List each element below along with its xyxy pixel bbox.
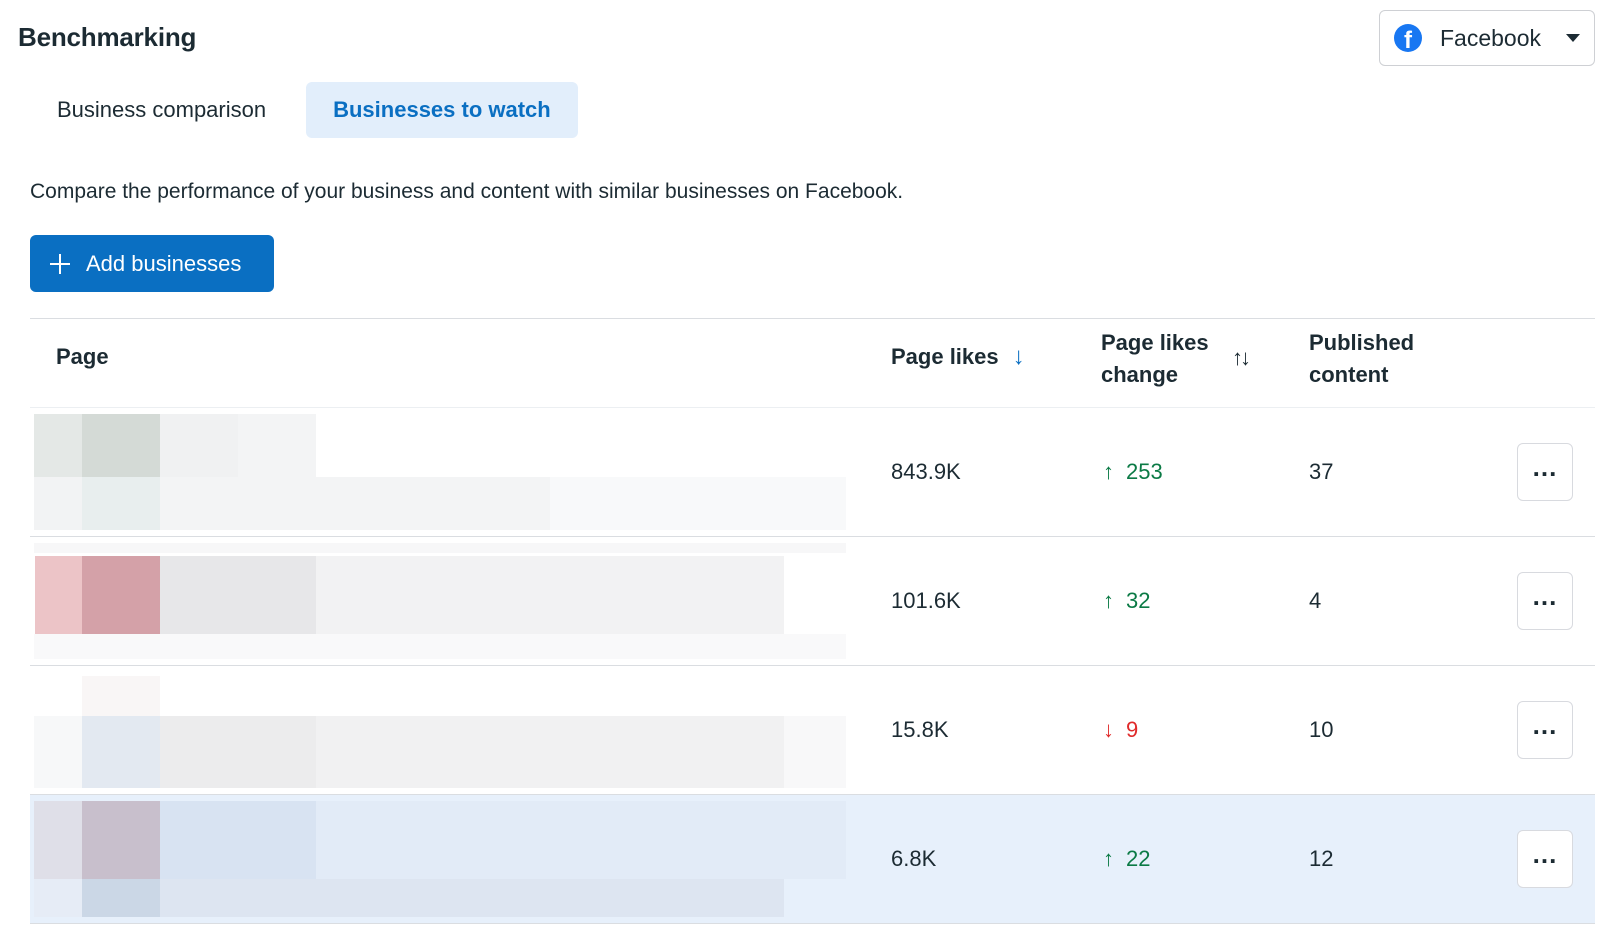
blurred-page-thumbnail	[34, 543, 846, 659]
page-likes-value: 6.8K	[891, 846, 937, 871]
arrow-up-icon: ↑	[1103, 588, 1114, 613]
published-content-value: 10	[1309, 717, 1334, 742]
more-icon: ...	[1532, 839, 1558, 869]
page-title: Benchmarking	[18, 22, 197, 52]
page-likes-change: ↑ 22	[1103, 846, 1150, 872]
page-likes-value: 843.9K	[891, 459, 961, 484]
more-options-button[interactable]: ...	[1517, 830, 1573, 888]
more-icon: ...	[1532, 452, 1558, 482]
page-likes-value: 15.8K	[891, 717, 949, 742]
more-options-button[interactable]: ...	[1517, 572, 1573, 630]
sort-toggle-icon[interactable]: ↑↓	[1232, 345, 1251, 371]
blurred-page-thumbnail	[34, 414, 846, 530]
blurred-page-thumbnail	[34, 801, 846, 917]
plus-icon	[50, 253, 70, 274]
tab-business-comparison[interactable]: Business comparison	[30, 82, 293, 138]
published-content-value: 4	[1309, 588, 1322, 613]
more-icon: ...	[1532, 581, 1558, 611]
businesses-table: Page Page likes ↓ Page likes change ↑↓ P…	[30, 318, 1595, 924]
table-row[interactable]: 843.9K ↑ 253 37 ...	[30, 408, 1595, 537]
column-header-page-likes[interactable]: Page likes ↓	[891, 341, 1025, 373]
sort-descending-icon[interactable]: ↓	[1013, 341, 1025, 373]
table-row[interactable]: 6.8K ↑ 22 12 ...	[30, 795, 1595, 924]
page-likes-change-value: 32	[1126, 588, 1151, 613]
arrow-up-icon: ↑	[1103, 459, 1114, 484]
platform-label: Facebook	[1440, 24, 1542, 51]
page-description: Compare the performance of your business…	[30, 180, 904, 203]
add-businesses-label: Add businesses	[86, 250, 242, 276]
published-content-value: 37	[1309, 459, 1334, 484]
page-likes-change: ↑ 253	[1103, 459, 1163, 485]
more-options-button[interactable]: ...	[1517, 443, 1573, 501]
published-content-value: 12	[1309, 846, 1334, 871]
platform-dropdown[interactable]: f Facebook	[1379, 10, 1595, 66]
tab-businesses-to-watch[interactable]: Businesses to watch	[306, 82, 578, 138]
column-header-page-likes-change[interactable]: Page likes change	[1101, 327, 1231, 391]
page-likes-change: ↑ 32	[1103, 588, 1150, 614]
table-header: Page Page likes ↓ Page likes change ↑↓ P…	[30, 318, 1595, 408]
page-likes-change: ↓ 9	[1103, 717, 1138, 743]
column-header-page-likes-label: Page likes	[891, 344, 999, 369]
arrow-down-icon: ↓	[1103, 717, 1114, 742]
more-options-button[interactable]: ...	[1517, 701, 1573, 759]
table-row[interactable]: 101.6K ↑ 32 4 ...	[30, 537, 1595, 666]
facebook-icon: f	[1394, 24, 1422, 54]
more-icon: ...	[1532, 710, 1558, 740]
arrow-up-icon: ↑	[1103, 846, 1114, 871]
blurred-page-thumbnail	[34, 672, 846, 788]
page-likes-value: 101.6K	[891, 588, 961, 613]
chevron-down-icon	[1566, 34, 1580, 42]
page-likes-change-value: 22	[1126, 846, 1151, 871]
column-header-published-content[interactable]: Published content	[1309, 327, 1439, 391]
column-header-page[interactable]: Page	[56, 341, 109, 373]
page-likes-change-value: 253	[1126, 459, 1163, 484]
tab-bar: Business comparison Businesses to watch	[30, 82, 578, 138]
page-likes-change-value: 9	[1126, 717, 1139, 742]
table-row[interactable]: 15.8K ↓ 9 10 ...	[30, 666, 1595, 795]
add-businesses-button[interactable]: Add businesses	[30, 235, 274, 292]
